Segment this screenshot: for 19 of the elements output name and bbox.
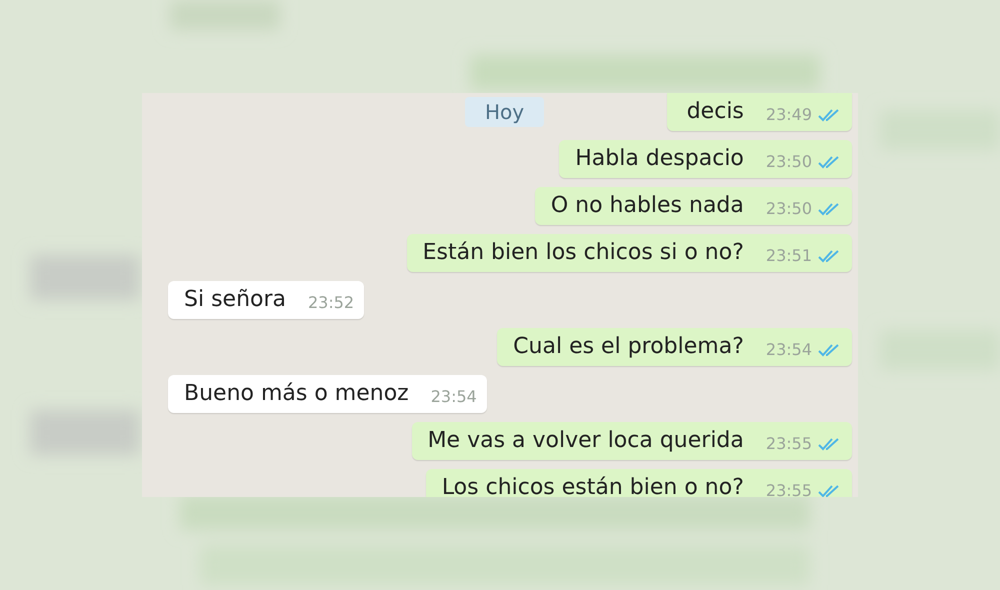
message-text: Están bien los chicos si o no? — [422, 239, 744, 267]
message-time: 23:50 — [766, 151, 812, 173]
message-text: Me vas a volver loca querida — [428, 427, 744, 455]
message-time: 23:51 — [766, 245, 812, 267]
message-text: decis — [686, 98, 744, 126]
date-chip: Hoy — [465, 97, 544, 127]
message-time: 23:55 — [766, 433, 812, 455]
message-time: 23:49 — [766, 104, 812, 126]
message-time: 23:54 — [766, 339, 812, 361]
message-text: Los chicos están bien o no? — [442, 474, 744, 497]
message-text: Si señora — [184, 286, 286, 314]
message-text: Habla despacio — [575, 145, 744, 173]
message-time: 23:54 — [430, 386, 477, 408]
message-time: 23:50 — [766, 198, 812, 220]
message-text: O no hables nada — [550, 192, 744, 220]
message-time: 23:52 — [308, 292, 354, 314]
message-text: Bueno más o menoz — [184, 380, 409, 408]
message-time: 23:55 — [766, 480, 812, 497]
message-text: Cual es el problema? — [513, 333, 744, 361]
